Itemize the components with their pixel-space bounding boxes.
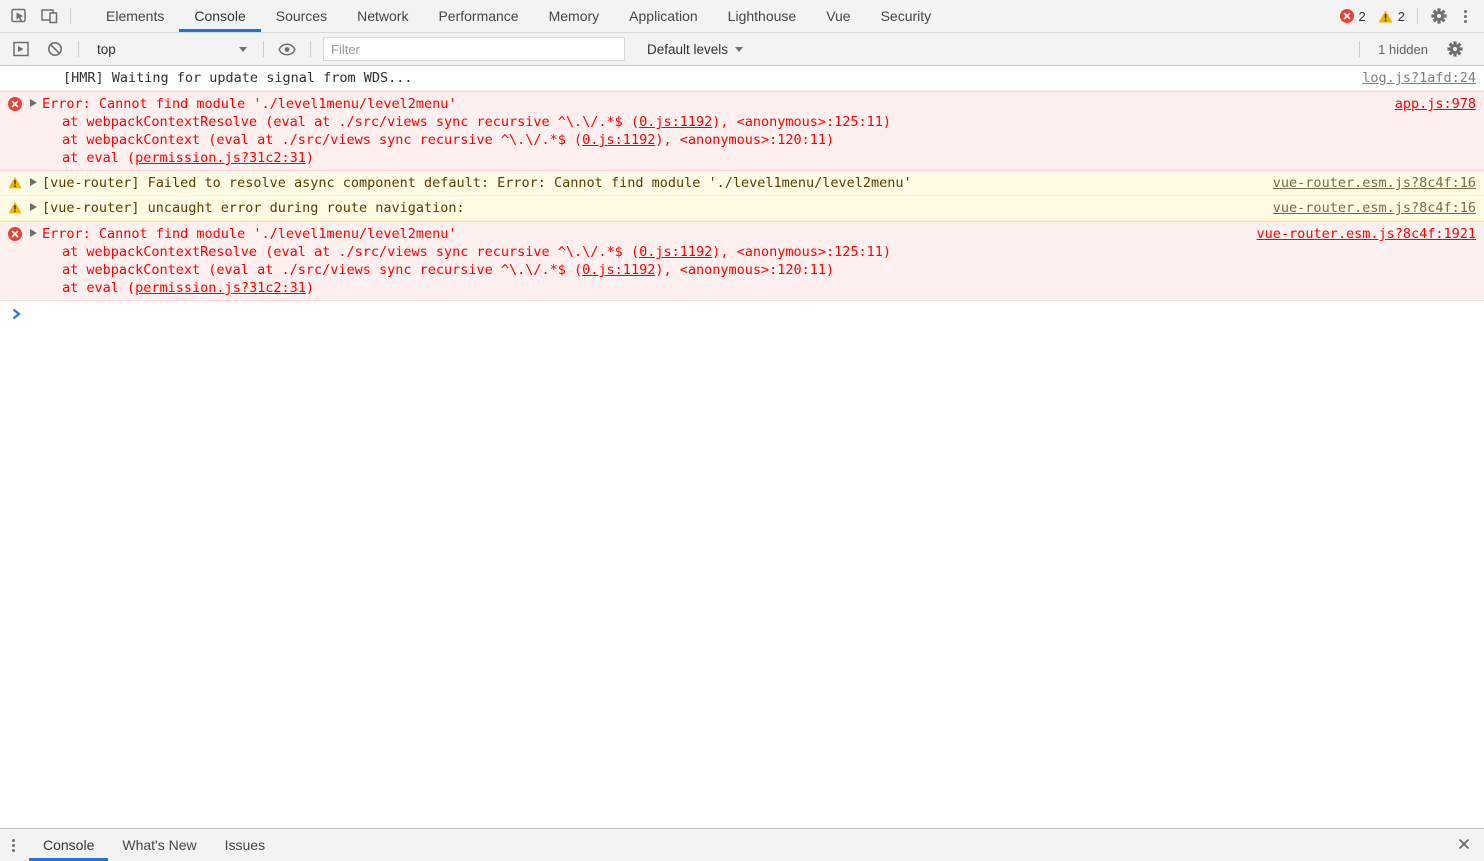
main-tab-performance[interactable]: Performance bbox=[423, 0, 533, 32]
chevron-down-icon bbox=[735, 47, 743, 52]
error-icon bbox=[8, 227, 22, 241]
drawer-tab-console[interactable]: Console bbox=[29, 829, 108, 861]
drawer-kebab-menu-icon[interactable] bbox=[12, 839, 15, 852]
main-tab-security[interactable]: Security bbox=[866, 0, 947, 32]
console-message-log: [HMR] Waiting for update signal from WDS… bbox=[0, 66, 1484, 91]
kebab-menu-icon[interactable] bbox=[1454, 3, 1476, 29]
message-text: Error: Cannot find module './level1menu/… bbox=[42, 225, 891, 297]
divider bbox=[1359, 41, 1360, 57]
main-tab-lighthouse[interactable]: Lighthouse bbox=[713, 0, 812, 32]
drawer-tab-what-s-new[interactable]: What's New bbox=[108, 829, 210, 861]
main-tab-sources[interactable]: Sources bbox=[261, 0, 342, 32]
warning-icon bbox=[8, 201, 22, 214]
source-link[interactable]: vue-router.esm.js?8c4f:16 bbox=[1273, 200, 1476, 216]
console-toolbar-right: 1 hidden bbox=[1353, 36, 1478, 62]
main-tab-strip: ElementsConsoleSourcesNetworkPerformance… bbox=[91, 0, 946, 32]
context-selector-value: top bbox=[97, 42, 116, 57]
main-tab-application[interactable]: Application bbox=[614, 0, 713, 32]
context-selector[interactable]: top bbox=[87, 36, 255, 62]
error-icon bbox=[8, 97, 22, 111]
source-link[interactable]: permission.js?31c2:31 bbox=[135, 150, 306, 166]
source-link[interactable]: permission.js?31c2:31 bbox=[135, 280, 306, 296]
expand-triangle-icon[interactable] bbox=[30, 178, 37, 186]
error-count: 2 bbox=[1359, 9, 1366, 24]
settings-gear-icon[interactable] bbox=[1424, 3, 1454, 29]
warning-icon bbox=[1378, 10, 1393, 23]
console-message-error: Error: Cannot find module './level1menu/… bbox=[0, 91, 1484, 171]
inspect-icon[interactable] bbox=[4, 3, 34, 29]
error-count-badge[interactable]: 2 bbox=[1340, 9, 1366, 24]
source-link[interactable]: log.js?1afd:24 bbox=[1362, 70, 1476, 86]
console-message-warning: [vue-router] uncaught error during route… bbox=[0, 196, 1484, 221]
divider bbox=[263, 41, 264, 57]
main-tab-vue[interactable]: Vue bbox=[811, 0, 865, 32]
chevron-down-icon bbox=[239, 47, 247, 52]
eye-icon[interactable] bbox=[272, 36, 302, 62]
console-prompt-chevron-icon bbox=[12, 308, 21, 320]
warning-icon bbox=[8, 176, 22, 189]
warning-count-badge[interactable]: 2 bbox=[1378, 9, 1405, 24]
console-prompt[interactable] bbox=[0, 301, 1484, 326]
console-message-warning: [vue-router] Failed to resolve async com… bbox=[0, 171, 1484, 196]
toolbar-right: 2 2 bbox=[1334, 0, 1484, 32]
source-link[interactable]: 0.js:1192 bbox=[582, 262, 655, 278]
main-tab-network[interactable]: Network bbox=[342, 0, 423, 32]
device-toolbar-icon[interactable] bbox=[34, 3, 64, 29]
expand-triangle-icon[interactable] bbox=[30, 99, 37, 107]
source-link[interactable]: vue-router.esm.js?8c4f:16 bbox=[1273, 175, 1476, 191]
toolbar-left-icons bbox=[0, 0, 81, 32]
drawer-tab-strip: ConsoleWhat's NewIssues bbox=[29, 829, 279, 861]
main-tab-memory[interactable]: Memory bbox=[534, 0, 615, 32]
source-link[interactable]: app.js:978 bbox=[1395, 96, 1476, 112]
filter-input[interactable] bbox=[323, 37, 625, 61]
drawer: ConsoleWhat's NewIssues bbox=[0, 828, 1484, 861]
source-link[interactable]: 0.js:1192 bbox=[639, 244, 712, 260]
divider bbox=[1417, 8, 1418, 24]
source-link[interactable]: 0.js:1192 bbox=[639, 114, 712, 130]
message-text: [HMR] Waiting for update signal from WDS… bbox=[63, 69, 413, 87]
divider bbox=[310, 41, 311, 57]
expand-triangle-icon[interactable] bbox=[30, 203, 37, 211]
error-icon bbox=[1340, 9, 1354, 23]
source-link[interactable]: vue-router.esm.js?8c4f:1921 bbox=[1257, 226, 1476, 242]
console-messages: [HMR] Waiting for update signal from WDS… bbox=[0, 66, 1484, 301]
log-levels-value: Default levels bbox=[647, 42, 728, 57]
log-levels-selector[interactable]: Default levels bbox=[647, 42, 743, 57]
main-tab-console[interactable]: Console bbox=[179, 0, 260, 32]
main-tab-elements[interactable]: Elements bbox=[91, 0, 179, 32]
message-text: [vue-router] Failed to resolve async com… bbox=[42, 174, 912, 192]
console-toolbar: top Default levels 1 hidden bbox=[0, 33, 1484, 66]
expand-triangle-icon[interactable] bbox=[30, 229, 37, 237]
warning-count: 2 bbox=[1398, 9, 1405, 24]
console-message-error: Error: Cannot find module './level1menu/… bbox=[0, 221, 1484, 301]
divider bbox=[78, 41, 79, 57]
devtools-window: ElementsConsoleSourcesNetworkPerformance… bbox=[0, 0, 1484, 861]
message-text: [vue-router] uncaught error during route… bbox=[42, 199, 465, 217]
hidden-messages-label[interactable]: 1 hidden bbox=[1378, 42, 1428, 57]
console-settings-gear-icon[interactable] bbox=[1440, 36, 1470, 62]
source-link[interactable]: 0.js:1192 bbox=[582, 132, 655, 148]
console-sidebar-icon[interactable] bbox=[6, 36, 36, 62]
message-text: Error: Cannot find module './level1menu/… bbox=[42, 95, 891, 167]
drawer-tab-issues[interactable]: Issues bbox=[211, 829, 279, 861]
main-toolbar: ElementsConsoleSourcesNetworkPerformance… bbox=[0, 0, 1484, 33]
divider bbox=[70, 8, 71, 24]
clear-console-icon[interactable] bbox=[40, 36, 70, 62]
close-icon[interactable] bbox=[1444, 838, 1484, 853]
